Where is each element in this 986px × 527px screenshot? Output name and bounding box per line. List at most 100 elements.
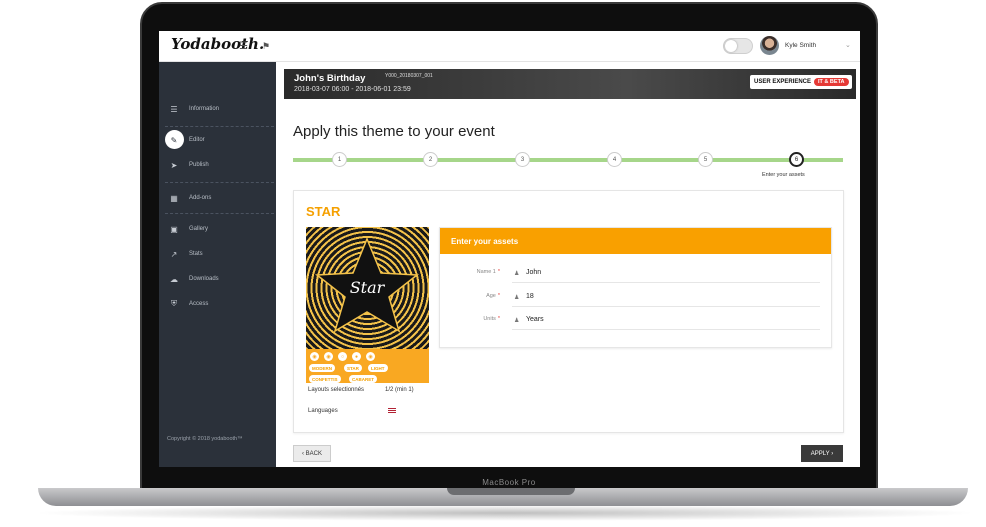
event-id: Y000_20180307_001 (385, 73, 433, 79)
current-step-label: Enter your assets (762, 172, 805, 178)
beta-pill: IT & BETA (814, 78, 849, 86)
back-button[interactable]: ‹ BACK (293, 445, 331, 462)
theme-tag[interactable]: STAR (344, 364, 362, 372)
units-input[interactable]: Years (526, 316, 544, 323)
field-label-units: Units * (454, 316, 500, 322)
field-label-name: Name 1 * (454, 269, 500, 275)
step-1[interactable]: 1 (332, 152, 347, 167)
step-2[interactable]: 2 (423, 152, 438, 167)
top-bar: Yodabooth. ☰ ⚑ Kyle Smith ⌄ (159, 31, 860, 62)
label-text: Name 1 (476, 269, 496, 275)
step-5[interactable]: 5 (698, 152, 713, 167)
assets-panel: Enter your assets Name 1 * ♟ John Age * ♟ … (439, 227, 832, 348)
avatar[interactable] (760, 36, 779, 55)
input-underline (512, 329, 820, 330)
ux-label: USER EXPERIENCE (754, 79, 812, 85)
image-icon: ▣ (170, 224, 178, 234)
app-logo[interactable]: Yodabooth. (171, 35, 264, 53)
line-chart-icon: ↗ (170, 249, 178, 259)
sidebar-item-label: Add-ons (189, 195, 212, 201)
list-icon: ☰ (170, 104, 178, 114)
input-underline (512, 306, 820, 307)
assets-header: Enter your assets (440, 228, 831, 254)
sidebar-item-publish[interactable]: ➤ Publish (159, 155, 276, 175)
laptop-shadow (30, 505, 980, 521)
sidebar-item-editor[interactable]: ✎ Editor (159, 130, 276, 150)
sidebar-item-stats[interactable]: ↗ Stats (159, 244, 276, 264)
sidebar-item-downloads[interactable]: ☁ Downloads (159, 269, 276, 289)
user-name[interactable]: Kyle Smith (785, 42, 816, 49)
sidebar-item-label: Access (189, 301, 209, 307)
user-icon: ♟ (514, 318, 520, 324)
user-experience-badge[interactable]: USER EXPERIENCE IT & BETA (750, 75, 852, 89)
event-title: John's Birthday (294, 73, 366, 84)
paper-plane-icon: ➤ (170, 160, 178, 170)
input-underline (512, 282, 820, 283)
toggle-knob (725, 40, 737, 52)
drop-icon: ● (352, 352, 361, 361)
label-text: Age (486, 293, 496, 299)
sidebar-item-label: Publish (189, 162, 209, 168)
required-mark: * (497, 293, 500, 299)
required-mark: * (497, 316, 500, 322)
preview-text: Star (350, 278, 386, 297)
name-input[interactable]: John (526, 269, 541, 276)
sidebar-divider (165, 213, 274, 214)
laptop-notch (447, 488, 575, 495)
chevron-down-icon[interactable]: ⌄ (845, 41, 851, 49)
sitemap-icon: ▦ (170, 193, 178, 203)
event-dates: 2018-03-07 06:00 - 2018-06-01 23:59 (294, 86, 411, 93)
layouts-label: Layouts selectionnés (308, 387, 365, 393)
sidebar-item-label: Downloads (189, 276, 219, 282)
layouts-value: 1/2 (min 1) (385, 387, 414, 393)
star-shape: Star (314, 237, 420, 333)
share-icon: ◉ (366, 352, 375, 361)
chevron-right-icon: › (829, 450, 834, 457)
camera-icon: ◉ (310, 352, 319, 361)
mode-toggle[interactable] (723, 38, 753, 54)
us-flag-icon[interactable] (388, 408, 396, 413)
step-6[interactable]: 6 (789, 152, 804, 167)
back-label: BACK (305, 450, 322, 457)
sidebar-item-add-ons[interactable]: ▦ Add-ons (159, 188, 276, 208)
user-icon: ♟ (514, 295, 520, 301)
print-icon: ◉ (324, 352, 333, 361)
shield-icon: ⛨ (171, 299, 177, 308)
sidebar-item-label: Information (189, 106, 220, 112)
laptop-frame: MacBook Pro Yodabooth. ☰ ⚑ Kyle Smith ⌄ … (0, 0, 986, 527)
flag-icon[interactable]: ⚑ (262, 41, 270, 52)
theme-card: STAR Star ◉ ◉ ○ ● ◉ MODERN STAR LIGHT CO… (293, 190, 844, 433)
sidebar-item-label: Gallery (189, 226, 209, 232)
age-input[interactable]: 18 (526, 293, 534, 300)
sidebar-item-label: Editor (189, 137, 205, 143)
sidebar-item-label: Stats (189, 251, 203, 257)
step-3[interactable]: 3 (515, 152, 530, 167)
theme-tag-strip: ◉ ◉ ○ ● ◉ MODERN STAR LIGHT CONFETTIS CA… (306, 349, 429, 383)
pencil-icon: ✎ (170, 135, 178, 145)
user-icon: ♟ (514, 271, 520, 277)
menu-icon[interactable]: ☰ (239, 41, 248, 52)
theme-tag[interactable]: MODERN (309, 364, 335, 372)
gif-icon: ○ (338, 352, 347, 361)
copyright: Copyright © 2018 yodabooth™ (167, 436, 243, 442)
required-mark: * (497, 269, 500, 275)
sidebar-divider (165, 126, 274, 127)
label-text: Units (483, 316, 496, 322)
sidebar: ☰ Information ✎ Editor ➤ Publish ▦ Add-o… (159, 62, 276, 467)
theme-name: STAR (306, 204, 341, 219)
page-title: Apply this theme to your event (293, 123, 495, 140)
theme-tag[interactable]: CABARET (349, 375, 377, 383)
event-header: John's Birthday Y000_20180307_001 2018-0… (284, 69, 856, 99)
sidebar-item-access[interactable]: ⛨ Access (159, 294, 276, 314)
field-label-age: Age * (454, 293, 500, 299)
theme-tag[interactable]: LIGHT (368, 364, 388, 372)
app-screen: Yodabooth. ☰ ⚑ Kyle Smith ⌄ ☰ Informatio… (159, 31, 860, 467)
sidebar-item-gallery[interactable]: ▣ Gallery (159, 219, 276, 239)
sidebar-divider (165, 182, 274, 183)
theme-tag[interactable]: CONFETTIS (309, 375, 341, 383)
device-label: MacBook Pro (482, 478, 536, 487)
sidebar-item-information[interactable]: ☰ Information (159, 99, 276, 119)
apply-button[interactable]: APPLY › (801, 445, 843, 462)
theme-preview[interactable]: Star (306, 227, 429, 349)
step-4[interactable]: 4 (607, 152, 622, 167)
